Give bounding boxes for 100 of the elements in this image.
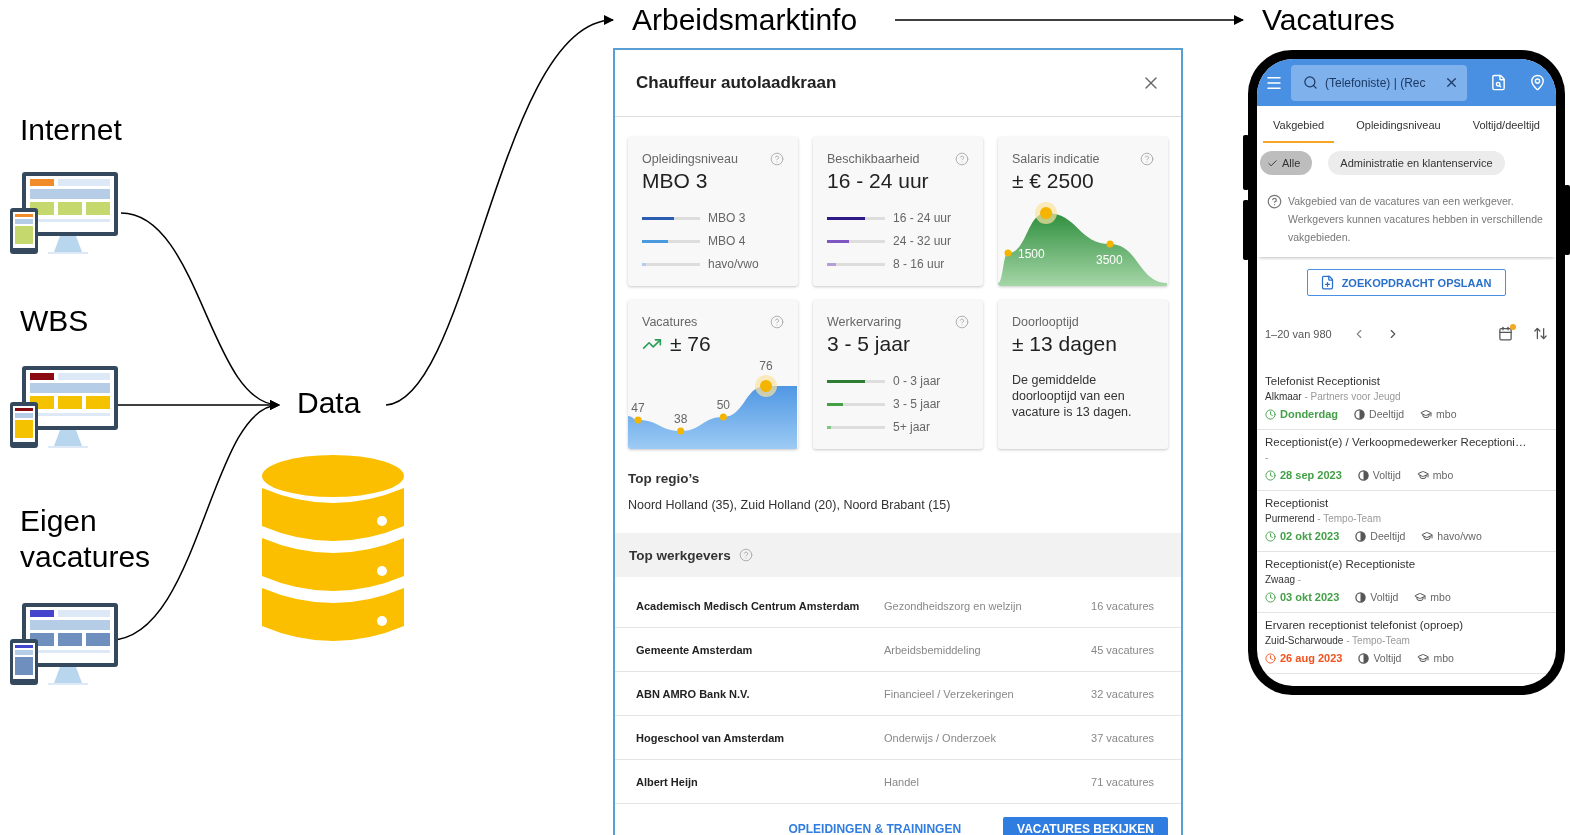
help-icon[interactable] bbox=[770, 152, 784, 166]
vacancy-hours: Voltijd bbox=[1372, 469, 1401, 481]
card-label: Werkervaring bbox=[827, 315, 902, 329]
filter-tab[interactable]: Voltijd/deeltijd bbox=[1462, 109, 1550, 143]
vacancy-title: Receptionist(e) / Verkoopmedewerker Receptioni… bbox=[1265, 436, 1528, 448]
dialog-title: Chauffeur autolaadkraan bbox=[636, 73, 837, 93]
half-circle-icon bbox=[1355, 530, 1367, 542]
clear-icon[interactable] bbox=[1444, 75, 1459, 90]
vacancy-title: Telefonist Receptionist bbox=[1265, 375, 1382, 387]
employer-name: Academisch Medisch Centrum Amsterdam bbox=[636, 599, 861, 612]
help-icon[interactable] bbox=[738, 548, 753, 562]
sort-icon[interactable] bbox=[1533, 326, 1548, 341]
check-icon bbox=[1267, 157, 1278, 169]
vacancy-date: 03 okt 2023 bbox=[1280, 591, 1340, 603]
filter-chip[interactable]: Alle bbox=[1260, 151, 1313, 175]
salary-label: 1500 bbox=[1018, 247, 1045, 261]
graduation-cap-icon bbox=[1420, 408, 1433, 420]
vacancy-education: mbo bbox=[1432, 469, 1454, 481]
vacancy-count: 16 vacatures bbox=[1091, 599, 1154, 612]
vacancy-education: havo/vwo bbox=[1437, 530, 1482, 542]
data-point bbox=[719, 413, 727, 421]
employer-sector: Financieel / Verzekeringen bbox=[884, 687, 1015, 700]
vacancy-date: 26 aug 2023 bbox=[1280, 652, 1343, 664]
vacancy-item[interactable]: Receptionist(e) / Verkoopmedewerker Receptioni… - 28 sep 2023 Voltijd mbo bbox=[1257, 430, 1556, 491]
card-label: Doorlooptijd bbox=[1012, 315, 1079, 329]
vacancy-count: 37 vacatures bbox=[1091, 731, 1154, 744]
search-value: (Telefoniste) | (Rec bbox=[1325, 75, 1427, 90]
point-label: 76 bbox=[759, 359, 773, 373]
graduation-cap-icon bbox=[1421, 530, 1434, 542]
devices-icon bbox=[8, 601, 120, 687]
half-circle-icon bbox=[1354, 408, 1366, 420]
vacancy-title: Ervaren receptionist telefonist (oproep) bbox=[1265, 619, 1465, 631]
employer-name: ABN AMRO Bank N.V. bbox=[636, 687, 751, 700]
source-label: WBS bbox=[20, 303, 89, 339]
location-pin-button[interactable] bbox=[1529, 74, 1546, 91]
source-label: Eigen vacatures bbox=[20, 503, 152, 575]
panel-heading: Vacatures bbox=[1262, 2, 1395, 38]
card-label: Beschikbaarheid bbox=[827, 152, 920, 166]
help-icon[interactable] bbox=[770, 315, 784, 329]
clock-icon bbox=[1265, 469, 1276, 481]
vacancy-item[interactable]: Ervaren receptionist telefonist (oproep) Zuid-Scharwoude - Tempo-Team 26 aug 2023 Voltijd mbo bbox=[1257, 613, 1556, 674]
data-point bbox=[1004, 249, 1012, 257]
half-circle-icon bbox=[1355, 591, 1367, 603]
help-icon[interactable] bbox=[955, 152, 969, 166]
bar-label: 8 - 16 uur bbox=[893, 257, 945, 271]
vacancy-item[interactable]: Telefonist Receptionist Alkmaar - Partners voor Jeugd Donderdag Deeltijd mbo bbox=[1257, 369, 1556, 430]
employer-sector: Arbeidsbemiddeling bbox=[884, 643, 982, 656]
help-icon[interactable] bbox=[955, 315, 969, 329]
clock-icon bbox=[1265, 591, 1276, 603]
vacancy-title: Receptionist bbox=[1265, 497, 1330, 509]
employer-sector: Gezondheidszorg en welzijn bbox=[884, 599, 1023, 612]
vacancy-count: 45 vacatures bbox=[1091, 643, 1154, 656]
vacancy-item[interactable]: Receptionist Purmerend - Tempo-Team 02 okt 2023 Deeltijd havo/vwo bbox=[1257, 491, 1556, 552]
vacancy-count: 32 vacatures bbox=[1091, 687, 1154, 700]
vacancy-item[interactable]: Receptionist(e) Receptioniste Zwaag - 03 okt 2023 Voltijd mbo bbox=[1257, 552, 1556, 613]
vacancy-education: mbo bbox=[1430, 591, 1451, 603]
graduation-cap-icon bbox=[1414, 591, 1427, 603]
vacancy-location: Zuid-Scharwoude - Tempo-Team bbox=[1265, 635, 1411, 648]
employer-name: Albert Heijn bbox=[636, 775, 699, 788]
result-range: 1–20 van 980 bbox=[1265, 327, 1332, 340]
clock-icon bbox=[1265, 530, 1276, 542]
hub-label: Data bbox=[297, 385, 361, 421]
bar-label: havo/vwo bbox=[708, 257, 759, 271]
filter-tab[interactable]: Opleidingsniveau bbox=[1346, 109, 1451, 143]
clock-icon bbox=[1265, 408, 1276, 420]
vacancy-hours: Voltijd bbox=[1370, 591, 1399, 603]
filter-chip[interactable]: Administratie en klantenservice bbox=[1328, 151, 1505, 175]
primary-button[interactable]: VACATURES BEKIJKEN bbox=[1003, 817, 1168, 835]
vacancy-education: mbo bbox=[1436, 408, 1457, 420]
employer-name: Hogeschool van Amsterdam bbox=[636, 731, 786, 744]
vacancy-date: 28 sep 2023 bbox=[1280, 469, 1342, 481]
filter-tab[interactable]: Vakgebied bbox=[1263, 109, 1335, 143]
bar-label: 24 - 32 uur bbox=[893, 234, 952, 248]
info-text: Vakgebied van de vacatures van een werkgever. Werkgevers kunnen vacatures hebben in verschillende vakgebieden. bbox=[1288, 194, 1544, 245]
half-circle-icon bbox=[1358, 652, 1370, 664]
vacancy-location: - bbox=[1265, 452, 1270, 465]
section-title: Top werkgevers bbox=[629, 547, 731, 563]
text-button[interactable]: OPLEIDINGEN & TRAININGEN bbox=[774, 817, 976, 835]
source-label: Internet bbox=[20, 112, 122, 148]
card-value: 3 - 5 jaar bbox=[827, 332, 910, 356]
document-search-button[interactable] bbox=[1489, 74, 1507, 91]
vacancy-hours: Voltijd bbox=[1373, 652, 1402, 664]
graduation-cap-icon bbox=[1417, 652, 1430, 664]
employer-sector: Handel bbox=[884, 775, 920, 788]
card-label: Opleidingsniveau bbox=[642, 152, 738, 166]
calendar-icon[interactable] bbox=[1498, 326, 1513, 341]
bar-label: MBO 3 bbox=[708, 211, 746, 225]
panel-heading: Arbeidsmarktinfo bbox=[632, 2, 858, 38]
salary-label: 3500 bbox=[1096, 253, 1123, 267]
vacancy-date: Donderdag bbox=[1280, 408, 1339, 420]
save-search-button[interactable]: ZOEKOPDRACHT OPSLAAN bbox=[1306, 269, 1507, 296]
help-icon[interactable] bbox=[1140, 152, 1154, 166]
card-value: ± € 2500 bbox=[1012, 169, 1094, 193]
vacancy-location: Zwaag - bbox=[1265, 574, 1303, 587]
card-value: 16 - 24 uur bbox=[827, 169, 929, 193]
search-field[interactable]: (Telefoniste) | (Rec bbox=[1291, 64, 1467, 101]
vacancy-date: 02 okt 2023 bbox=[1280, 530, 1340, 542]
graduation-cap-icon bbox=[1416, 469, 1429, 481]
employer-sector: Onderwijs / Onderzoek bbox=[884, 731, 997, 744]
section-title: Top regio’s bbox=[628, 471, 701, 486]
